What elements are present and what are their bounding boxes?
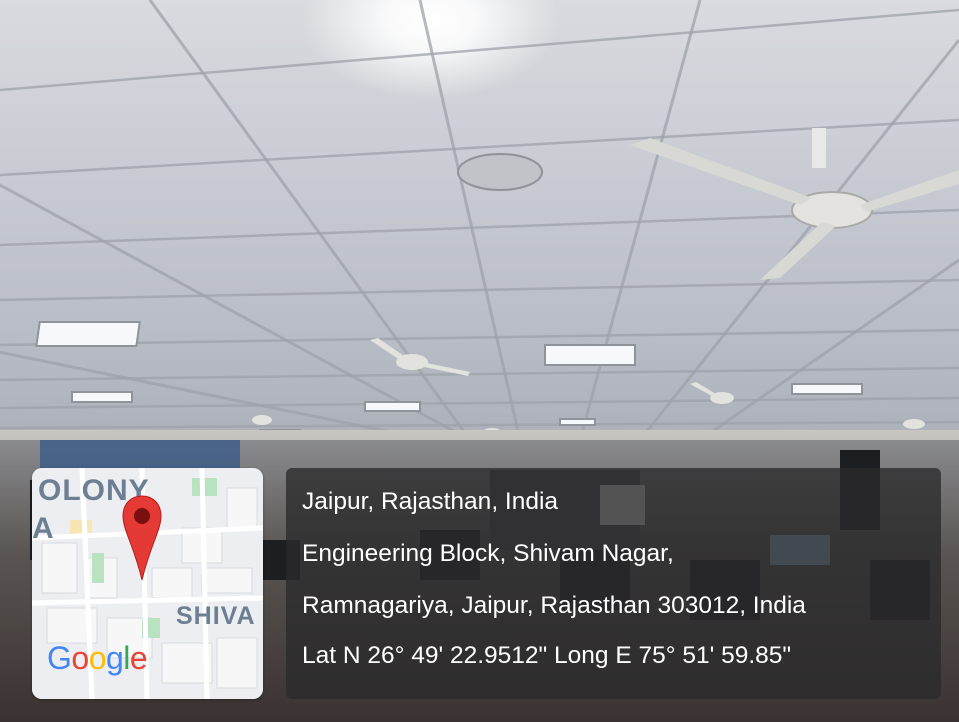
- location-pin-icon: [122, 495, 162, 581]
- map-label-a: A: [32, 512, 55, 545]
- location-info-panel: Jaipur, Rajasthan, India Engineering Blo…: [286, 468, 941, 699]
- map-thumbnail[interactable]: OLONY A SHIVA G o o g l e: [32, 468, 263, 699]
- location-address-line-1: Engineering Block, Shivam Nagar,: [302, 540, 674, 567]
- google-logo-letter: o: [88, 640, 107, 676]
- google-logo-letter: l: [123, 640, 130, 676]
- google-logo-letter: o: [71, 640, 89, 676]
- location-coordinates: Lat N 26° 49' 22.9512" Long E 75° 51' 59…: [302, 642, 792, 669]
- google-logo-letter: g: [105, 640, 124, 676]
- map-label-shiva: SHIVA: [176, 602, 256, 630]
- google-logo-letter: e: [129, 640, 148, 676]
- ceiling-fan-large: [630, 128, 959, 280]
- location-address-line-2: Ramnagariya, Jaipur, Rajasthan 303012, I…: [302, 592, 806, 619]
- location-city: Jaipur, Rajasthan, India: [302, 488, 559, 515]
- ceiling-speaker: [457, 153, 543, 191]
- google-logo: G o o g l e: [47, 640, 148, 677]
- google-logo-letter: G: [47, 640, 72, 676]
- ceiling-tile-grid: [0, 0, 959, 450]
